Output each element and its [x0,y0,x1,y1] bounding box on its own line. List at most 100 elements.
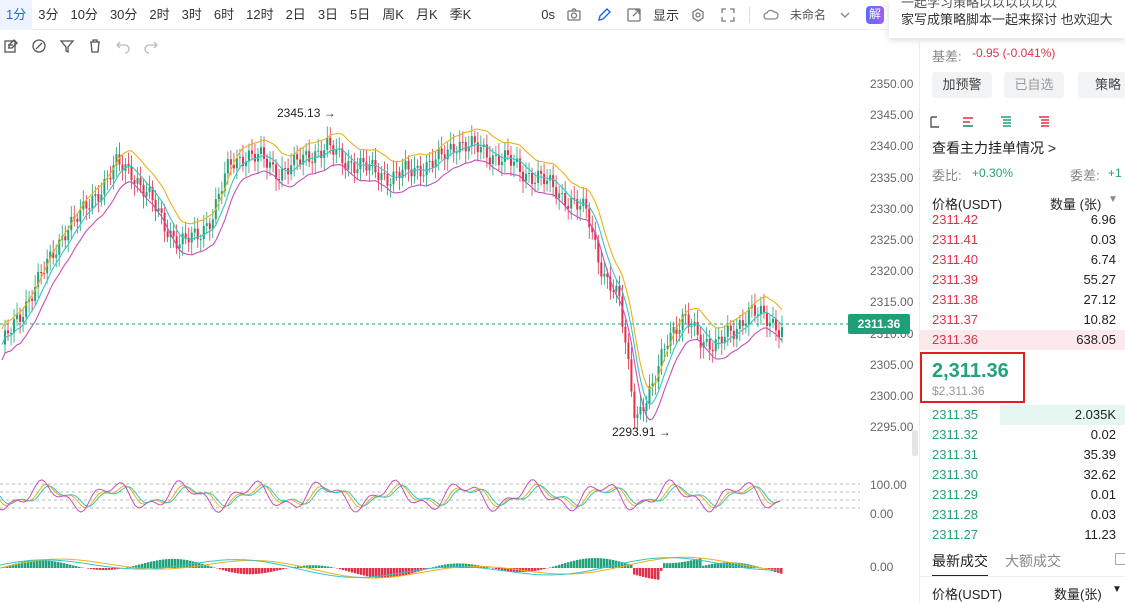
price-chart[interactable] [0,62,918,442]
notification-popup[interactable]: 一起学习策略以以以以以以 家写成策略脚本一起来探讨 也欢迎大 [889,0,1125,38]
macd-bar [537,568,540,571]
orderbook-bids-icon[interactable] [998,114,1014,130]
undo-icon[interactable] [114,37,132,55]
macd-bar [573,560,576,568]
timeframe-10[interactable]: 5日 [344,0,376,30]
ask-row[interactable]: 2311.39 55.27 [920,270,1125,290]
tab-large-trades[interactable]: 大额成交 [1005,551,1061,571]
candle [654,375,657,395]
macd-bar [36,560,39,568]
chevron-down-icon[interactable] [836,6,854,24]
filter-icon[interactable] [58,37,76,55]
bid-row[interactable]: 2311.29 0.01 [920,485,1125,505]
macd-bar [72,565,75,568]
candle [187,227,190,253]
chart-area[interactable]: 2350.00 2345.00 2340.00 2335.00 2330.00 2325.… [0,62,918,603]
candle [570,189,573,220]
oscillator-chart[interactable] [0,476,918,526]
high-annotation: 2345.13 → [277,106,336,120]
timeframe-12[interactable]: 月K [410,0,444,30]
macd-bar [207,565,210,568]
orderbook-both-icon[interactable] [928,114,944,130]
bid-row[interactable]: 2311.35 2.035K [920,405,1125,425]
watchlist-button[interactable]: 已自选 [1004,72,1064,98]
ask-row[interactable]: 2311.36 638.05 [920,330,1125,350]
divider [920,576,1125,577]
macd-bar [162,559,165,568]
ask-price: 2311.36 [932,332,979,347]
main-orders-link[interactable]: 查看主力挂单情况 > [932,138,1056,158]
template-dropdown[interactable]: 未命名 [790,6,826,23]
external-open-icon[interactable] [625,6,643,24]
timeframe-6[interactable]: 6时 [208,0,240,30]
edit-note-icon[interactable] [2,37,20,55]
ask-row[interactable]: 2311.37 10.82 [920,310,1125,330]
ask-price: 2311.42 [932,212,979,227]
macd-bar [549,567,552,568]
candle [407,155,410,182]
bid-row[interactable]: 2311.27 11.23 [920,525,1125,545]
macd-bar [384,568,387,578]
lower-band-line [1,159,783,421]
fullscreen-icon[interactable] [719,6,737,24]
macd-bar [147,562,150,568]
timeframe-9[interactable]: 3日 [312,0,344,30]
macd-bar [633,568,636,575]
qty-dropdown-icon[interactable]: ▼ [1108,194,1118,205]
timeframe-8[interactable]: 2日 [280,0,312,30]
cloud-icon[interactable] [762,6,780,24]
timeframe-5[interactable]: 3时 [176,0,208,30]
timeframe-3[interactable]: 30分 [104,0,143,30]
ask-row[interactable]: 2311.38 27.12 [920,290,1125,310]
ai-interpret-button[interactable]: AI解读 [866,0,884,38]
bid-row[interactable]: 2311.32 0.02 [920,425,1125,445]
timeframe-7[interactable]: 12时 [240,0,279,30]
trades-qty-dropdown-icon[interactable]: ▼ [1112,584,1122,595]
candle [311,152,314,174]
timeframe-11[interactable]: 周K [376,0,410,30]
middle-band-line [1,144,783,406]
bid-row[interactable]: 2311.28 0.03 [920,505,1125,525]
bid-row[interactable]: 2311.30 32.62 [920,465,1125,485]
macd-chart[interactable] [0,537,918,597]
candle [121,154,124,181]
panel-collapse-handle[interactable] [912,430,918,456]
right-panel: 基差: -0.95 (-0.041%) 加预警 已自选 策略 查看主力挂单情况 … [919,38,1125,603]
candle [624,319,627,354]
macd-bar [348,568,351,572]
orderbook-split-icon[interactable] [960,114,976,130]
orderbook-asks-icon[interactable] [1036,114,1052,130]
trades-qty-header[interactable]: 数量(张) [1054,584,1102,603]
camera-icon[interactable] [565,6,583,24]
tab-latest-trades[interactable]: 最新成交 [932,551,988,577]
timeframe-0[interactable]: 1分 [0,0,33,30]
candle [305,143,308,166]
drawing-pen-icon[interactable] [30,37,48,55]
ask-row[interactable]: 2311.40 6.74 [920,250,1125,270]
display-menu[interactable]: 显示 [653,5,679,24]
pencil-icon[interactable] [595,6,613,24]
candle [184,221,187,245]
candle [681,308,684,342]
timeframe-13[interactable]: 季K [444,0,478,30]
ask-row[interactable]: 2311.42 6.96 [920,210,1125,230]
trades-checkbox[interactable] [1115,553,1125,565]
add-alert-button[interactable]: 加预警 [932,72,992,98]
strategy-button[interactable]: 策略 [1078,72,1125,98]
macd-bar [579,559,582,568]
settings-icon[interactable] [689,6,707,24]
timeframe-2[interactable]: 10分 [64,0,103,30]
timeframe-1[interactable]: 3分 [32,0,64,30]
redo-icon[interactable] [142,37,160,55]
timeframe-4[interactable]: 2时 [143,0,175,30]
trash-icon[interactable] [86,37,104,55]
seconds-toggle[interactable]: 0s [541,7,555,22]
macd-bar [543,568,546,570]
candle [266,153,269,180]
committee-ratio-label: 委比: [932,168,962,183]
candle [293,146,296,177]
bid-row[interactable]: 2311.31 35.39 [920,445,1125,465]
macd-bar [69,564,72,568]
ask-row[interactable]: 2311.41 0.03 [920,230,1125,250]
committee-diff-value: +1 [1108,166,1122,180]
